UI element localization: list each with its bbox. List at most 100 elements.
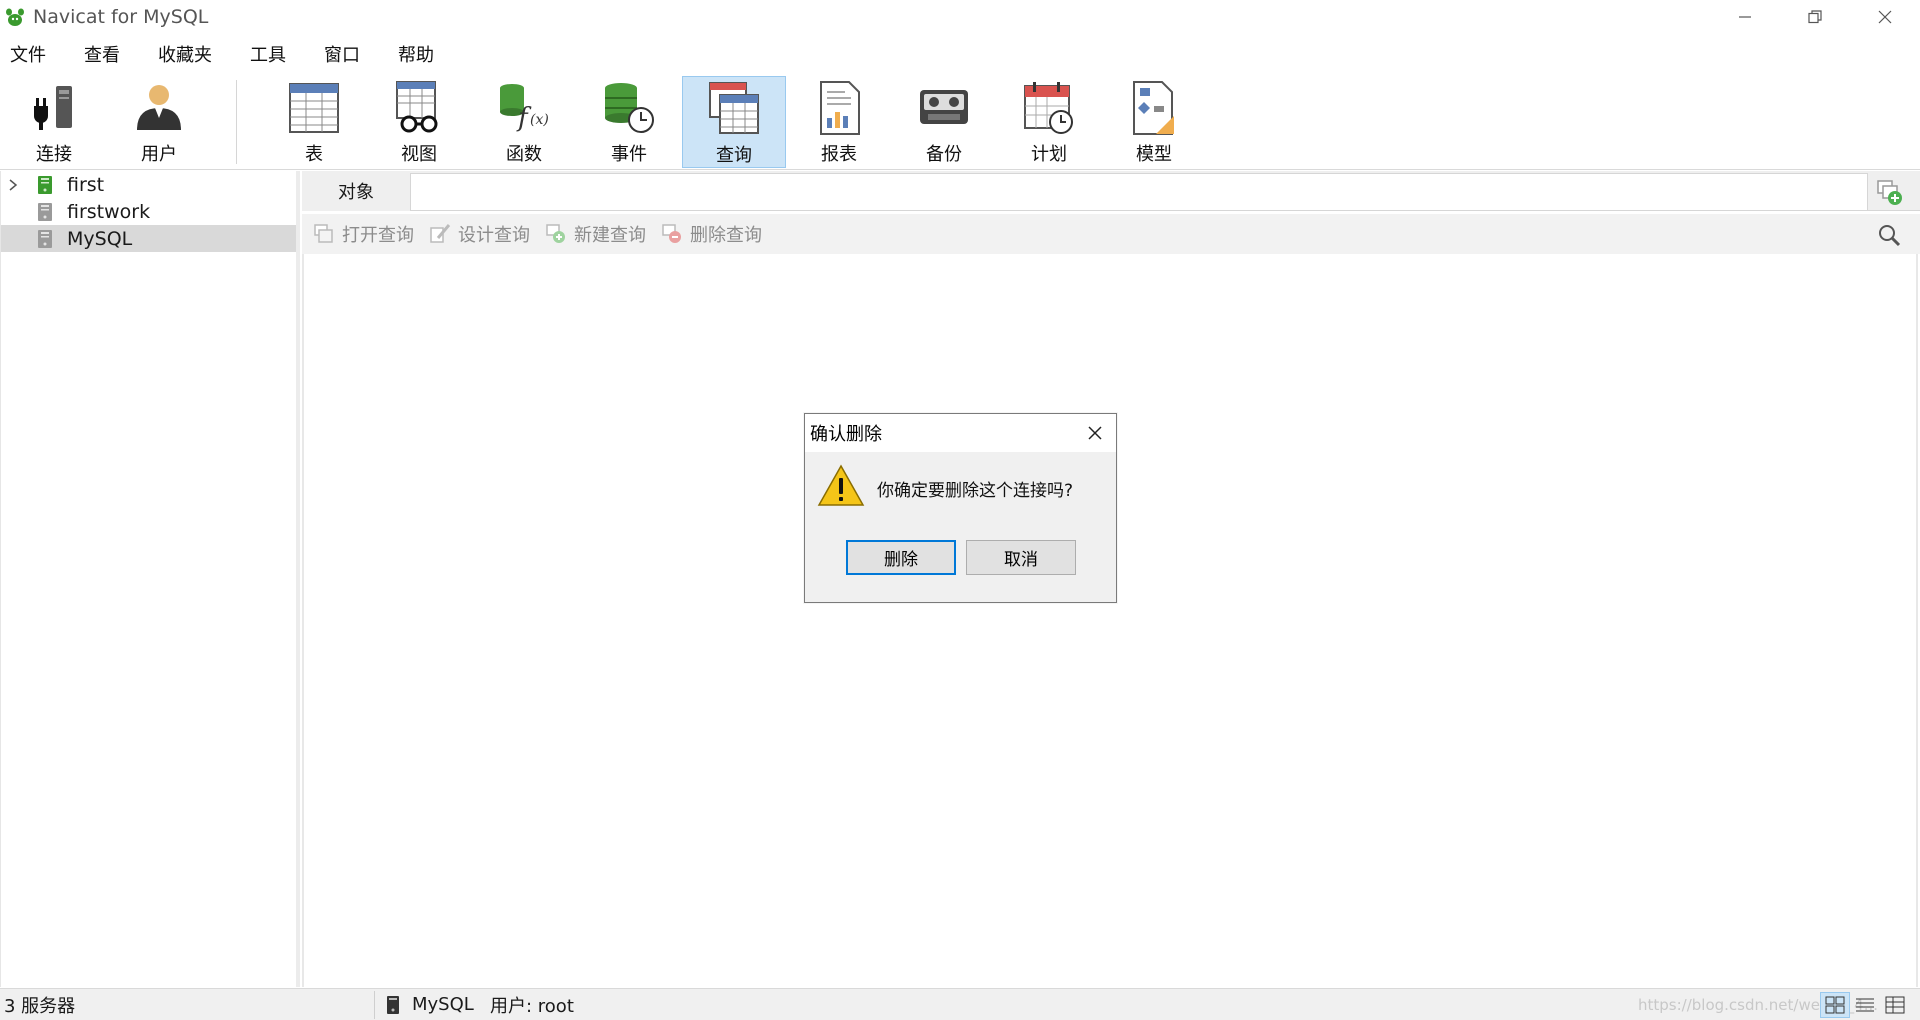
server-icon [38, 202, 52, 221]
menu-bar: 文件 查看 收藏夹 工具 窗口 帮助 [0, 38, 462, 70]
new-query-button[interactable]: 新建查询 [544, 221, 646, 247]
dialog-title: 确认删除 [810, 424, 882, 445]
backup-icon [920, 90, 968, 124]
toolbar-label: 视图 [401, 144, 437, 165]
toolbar-label: 函数 [506, 144, 542, 165]
detail-view-icon [1885, 996, 1905, 1014]
tree-item-connection-selected[interactable]: MySQL [1, 225, 296, 252]
close-window-button[interactable] [1850, 0, 1920, 34]
tree-item-label: first [67, 173, 105, 196]
toolbar-function-button[interactable]: f (x) 函数 [472, 76, 576, 168]
restore-icon [1808, 10, 1822, 24]
toolbar-event-button[interactable]: 事件 [577, 76, 681, 168]
connection-icon [34, 86, 72, 130]
restore-button[interactable] [1780, 0, 1850, 34]
server-count: 3 服务器 [4, 995, 76, 1017]
navicat-logo-icon [6, 8, 24, 26]
server-icon [387, 996, 399, 1014]
design-query-label: 设计查询 [458, 225, 530, 246]
open-query-icon [314, 224, 333, 243]
menu-favorites[interactable]: 收藏夹 [148, 41, 212, 67]
toolbar-label: 用户 [141, 144, 177, 165]
toolbar-table-button[interactable]: 表 [262, 76, 366, 168]
toolbar-view-button[interactable]: 视图 [367, 76, 471, 168]
toolbar-schedule-button[interactable]: 计划 [997, 76, 1101, 168]
list-view-button[interactable] [1850, 992, 1880, 1018]
minimize-icon [1739, 16, 1751, 18]
toolbar-label: 事件 [611, 144, 647, 165]
event-icon [605, 83, 654, 133]
new-tab-icon[interactable] [1874, 177, 1904, 207]
model-icon [1133, 81, 1174, 135]
tab-objects[interactable]: 对象 [302, 171, 410, 211]
toolbar-label: 计划 [1031, 144, 1067, 165]
view-icon [396, 81, 438, 133]
tree-item-label: firstwork [67, 200, 151, 223]
dialog-message: 你确定要删除这个连接吗? [877, 481, 1074, 501]
menu-window[interactable]: 窗口 [314, 41, 360, 67]
search-icon[interactable] [1876, 222, 1902, 248]
delete-query-label: 删除查询 [690, 225, 762, 246]
menu-tools[interactable]: 工具 [240, 41, 286, 67]
detail-view-button[interactable] [1880, 992, 1910, 1018]
menu-file[interactable]: 文件 [0, 41, 46, 67]
query-icon [709, 82, 759, 134]
toolbar-label: 备份 [926, 144, 962, 165]
open-query-label: 打开查询 [342, 225, 414, 246]
title-bar: Navicat for MySQL [0, 0, 1920, 34]
object-toolbar: 打开查询 设计查询 新建查询 删除查询 [302, 214, 1920, 254]
object-list-area[interactable] [302, 254, 1918, 987]
status-bar: 3 服务器 MySQL 用户: root https://blog.csdn.n… [0, 988, 1920, 1020]
cancel-button[interactable]: 取消 [966, 540, 1076, 575]
table-icon [289, 83, 339, 133]
report-icon [820, 81, 860, 135]
view-mode-switcher [1820, 992, 1910, 1018]
delete-query-button[interactable]: 删除查询 [660, 221, 762, 247]
confirm-delete-dialog: 确认删除 你确定要删除这个连接吗? 删除 取消 [804, 413, 1117, 603]
toolbar-label: 报表 [821, 144, 857, 165]
design-query-icon [430, 224, 451, 243]
toolbar-connection-button[interactable]: 连接 [2, 76, 106, 168]
svg-text:(x): (x) [530, 112, 549, 128]
status-connection: MySQL [412, 994, 474, 1015]
tree-item-connection[interactable]: firstwork [1, 198, 296, 225]
toolbar-label: 表 [305, 144, 323, 165]
grid-view-button[interactable] [1820, 992, 1850, 1018]
status-user: 用户: root [490, 995, 574, 1017]
minimize-button[interactable] [1710, 0, 1780, 34]
tree-item-connection[interactable]: first [1, 171, 296, 198]
list-view-icon [1856, 998, 1874, 1012]
main-toolbar: 连接 用户 表 视图 f (x) 函数 事件 查询 报表 备份 计划 模型 [0, 72, 1920, 170]
schedule-icon [1024, 82, 1073, 134]
toolbar-label: 查询 [716, 145, 752, 166]
new-query-icon [546, 224, 565, 243]
toolbar-backup-button[interactable]: 备份 [892, 76, 996, 168]
close-icon [1878, 10, 1892, 24]
toolbar-label: 连接 [36, 144, 72, 165]
toolbar-model-button[interactable]: 模型 [1102, 76, 1206, 168]
window-controls [1710, 0, 1920, 34]
connection-tree: first firstwork MySQL [0, 171, 300, 987]
open-query-button[interactable]: 打开查询 [312, 221, 414, 247]
tab-bar: 对象 [302, 171, 1920, 211]
user-icon [137, 85, 181, 130]
menu-help[interactable]: 帮助 [388, 41, 434, 67]
toolbar-user-button[interactable]: 用户 [107, 76, 211, 168]
new-query-label: 新建查询 [574, 225, 646, 246]
warning-icon [817, 464, 865, 506]
chevron-right-icon[interactable] [7, 177, 19, 193]
menu-view[interactable]: 查看 [74, 41, 120, 67]
status-separator [374, 991, 375, 1019]
tree-item-label: MySQL [67, 227, 133, 250]
toolbar-separator [236, 80, 237, 164]
server-icon [38, 229, 52, 248]
delete-query-icon [662, 224, 681, 243]
confirm-delete-button[interactable]: 删除 [846, 540, 956, 575]
close-icon[interactable] [1082, 420, 1108, 446]
design-query-button[interactable]: 设计查询 [428, 221, 530, 247]
tab-strip-area [410, 173, 1868, 211]
grid-view-icon [1825, 996, 1845, 1014]
connected-server-icon [38, 175, 52, 194]
toolbar-report-button[interactable]: 报表 [787, 76, 891, 168]
toolbar-query-button[interactable]: 查询 [682, 76, 786, 168]
